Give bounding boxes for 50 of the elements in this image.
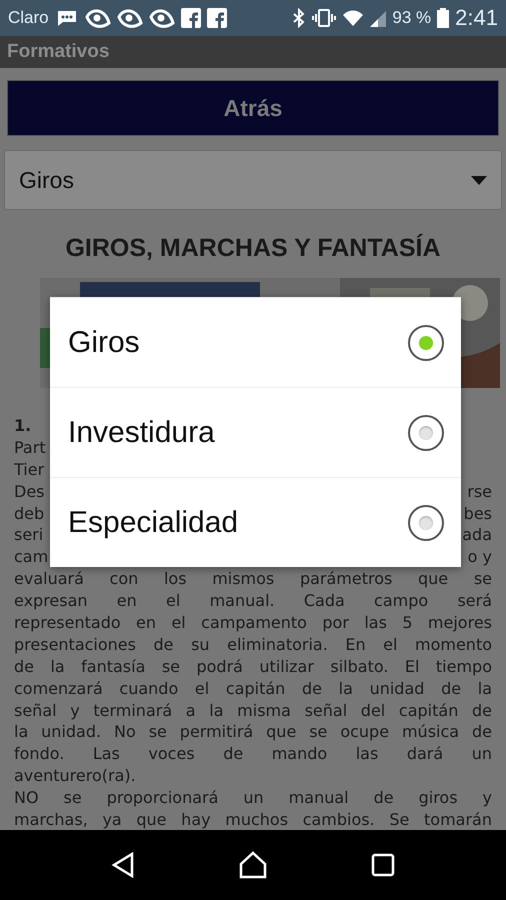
paragraph-line: de la fantasía se podrá utilizar silbato. El tiempo [14,656,492,678]
paragraph-line: presentaciones de su eliminatoria. En el momento [14,634,492,656]
paragraph-fragment: 1. [14,415,32,437]
clock-time: 2:41 [455,5,498,31]
paragraph-fragment: Part [14,436,46,459]
eye-icon [116,7,143,29]
app-title: Formativos [7,41,110,63]
paragraph-fragment: rse [467,480,492,503]
carrier-name: Claro [8,8,49,28]
paragraph-fragment: o y [468,546,492,568]
vibrate-icon [312,8,336,28]
paragraph-line: representado en el campamento por las 5 mejores [14,612,492,634]
wifi-icon [342,9,364,27]
paragraph-line: señal y terminará a la misma señal del capitán de [14,700,492,722]
dropdown-spinner[interactable]: Giros [4,150,502,210]
facebook-icon [180,8,201,28]
home-icon[interactable] [238,851,268,879]
paragraph-line: la unidad. No se permitirá que se ocupe música de [14,721,492,744]
eye-icon [84,7,111,29]
paragraph-line: comenzará cuando el capitán de la unidad de la [14,678,492,700]
back-icon[interactable] [111,852,136,878]
radio-button[interactable] [408,414,444,450]
recents-icon[interactable] [370,853,395,877]
battery-icon [437,8,450,28]
article-title: GIROS, MARCHAS Y FANTASÍA [64,232,442,264]
radio-button[interactable] [408,324,444,360]
facebook-icon [206,8,227,28]
paragraph-fragment: cam [14,546,48,568]
paragraph-line: marchas, ya que hay muchos cambios. Se tomarán [14,809,492,830]
signal-icon [370,9,386,27]
battery-percent: 93 % [392,8,432,28]
dialog-option[interactable]: Especialidad [50,477,461,567]
paragraph-line: aventurero(ra). [14,765,136,788]
paragraph-fragment: bes [464,502,492,524]
bluetooth-icon [292,8,306,28]
dialog-option[interactable]: Investidura [50,387,461,477]
paragraph-line: NO se proporcionará un manual de giros y [14,787,492,810]
paragraph-fragment: deb [14,502,44,524]
paragraph-fragment: ada [462,524,492,546]
paragraph-line: expresan en el manual. Cada campo será [14,590,492,612]
back-button[interactable]: Atrás [7,80,499,136]
paragraph-line: fondo. Las voces de mando las dará un [14,743,492,766]
eye-icon [148,7,175,29]
dialog-option[interactable]: Giros [50,297,461,387]
caret-icon [471,176,487,184]
paragraph-fragment: Tier [14,458,44,481]
paragraph-fragment: Des [14,480,44,503]
radio-button[interactable] [408,504,444,540]
paragraph-line: evaluará con los mismos parámetros que se [14,568,492,590]
paragraph-fragment: seri [14,524,44,546]
